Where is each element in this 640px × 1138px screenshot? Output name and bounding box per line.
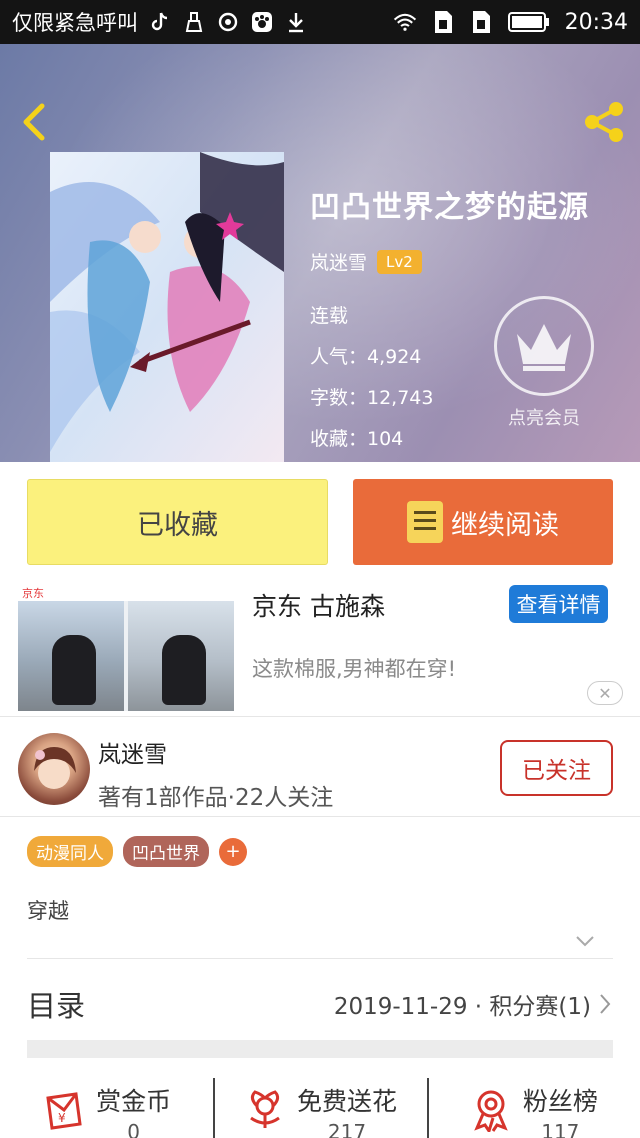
section-separator: [27, 1040, 613, 1058]
continue-reading-button[interactable]: 继续阅读: [353, 479, 613, 565]
back-button[interactable]: [14, 100, 54, 144]
cleaner-icon: [182, 10, 206, 34]
table-of-contents-row[interactable]: 目录 2019-11-29 · 积分赛(1): [27, 982, 613, 1026]
crown-icon: [517, 324, 571, 371]
sim-icon: [431, 10, 455, 34]
chevron-right-icon: [600, 994, 611, 1014]
collected-button[interactable]: 已收藏: [27, 479, 328, 565]
ad-brand-tag: 京东: [18, 583, 234, 601]
red-packet-icon: ¥: [46, 1092, 82, 1130]
sync-icon: [216, 10, 240, 34]
share-button[interactable]: [580, 100, 628, 144]
follow-button[interactable]: 已关注: [500, 740, 613, 796]
synopsis-text: 穿越: [27, 899, 69, 923]
stat-value: 0: [127, 1120, 141, 1138]
ad-image[interactable]: 京东: [18, 583, 234, 711]
stat-flowers[interactable]: 免费送花 217: [213, 1074, 426, 1138]
divider: [0, 716, 640, 717]
book-icon: [407, 501, 443, 543]
continue-reading-label: 继续阅读: [451, 509, 559, 541]
author-stats: 著有1部作品·22人关注: [98, 785, 334, 811]
svg-text:¥: ¥: [58, 1111, 66, 1125]
download-icon: [284, 10, 308, 34]
stat-coins[interactable]: ¥ 赏金币 0: [0, 1074, 213, 1138]
stat-value: 217: [327, 1120, 367, 1138]
ad-description: 这款棉服,男神都在穿!: [252, 657, 457, 681]
ad-banner[interactable]: 京东 京东 古施森 查看详情 这款棉服,男神都在穿! ✕: [0, 583, 640, 713]
medal-icon: [474, 1090, 508, 1132]
toc-latest-chapter: 2019-11-29 · 积分赛(1): [333, 994, 591, 1020]
book-title: 凹凸世界之梦的起源: [310, 190, 589, 225]
book-author[interactable]: 岚迷雪: [310, 248, 367, 275]
share-icon: [585, 102, 623, 142]
stat-fans[interactable]: 粉丝榜 117: [426, 1074, 640, 1138]
author-name[interactable]: 岚迷雪: [98, 735, 167, 769]
stat-label: 粉丝榜: [522, 1087, 598, 1116]
stat-label: 赏金币: [96, 1087, 172, 1116]
chevron-left-icon: [23, 103, 45, 141]
expand-synopsis-button[interactable]: [574, 930, 596, 952]
tag-item[interactable]: 动漫同人: [27, 836, 113, 867]
stats-bar: ¥ 赏金币 0 免费送花 217 粉丝榜 117: [0, 1074, 640, 1138]
author-avatar[interactable]: [18, 733, 90, 805]
divider: [27, 958, 613, 959]
tiktok-icon: [148, 10, 172, 34]
tag-list: 动漫同人 凹凸世界 +: [27, 836, 247, 867]
status-bar: 仅限紧急呼叫 20:34: [0, 0, 640, 44]
carrier-text: 仅限紧急呼叫: [12, 11, 138, 35]
ad-close-button[interactable]: ✕: [587, 681, 623, 705]
paw-app-icon: [250, 10, 274, 34]
sim-icon-2: [469, 10, 493, 34]
flower-icon: [250, 1090, 280, 1128]
ad-detail-button[interactable]: 查看详情: [509, 585, 608, 623]
book-cover-image[interactable]: [50, 152, 284, 462]
divider: [0, 816, 640, 817]
ad-title: 京东 古施森: [252, 592, 385, 621]
membership-label: 点亮会员: [508, 408, 580, 429]
chevron-down-icon: [576, 936, 594, 947]
toc-title: 目录: [27, 989, 86, 1023]
stat-label: 免费送花: [296, 1087, 397, 1116]
book-header: 凹凸世界之梦的起源 岚迷雪 Lv2 连载 人气：4,924 字数：12,743 …: [0, 44, 640, 462]
membership-button[interactable]: 点亮会员: [494, 296, 594, 430]
collected-label: 已收藏: [137, 509, 218, 541]
stat-value: 117: [541, 1120, 580, 1138]
add-tag-button[interactable]: +: [219, 837, 247, 866]
tag-item[interactable]: 凹凸世界: [123, 836, 209, 867]
battery-icon: [507, 10, 551, 34]
level-badge: Lv2: [377, 249, 422, 274]
clock: 20:34: [564, 9, 628, 35]
wifi-icon: [393, 10, 417, 34]
